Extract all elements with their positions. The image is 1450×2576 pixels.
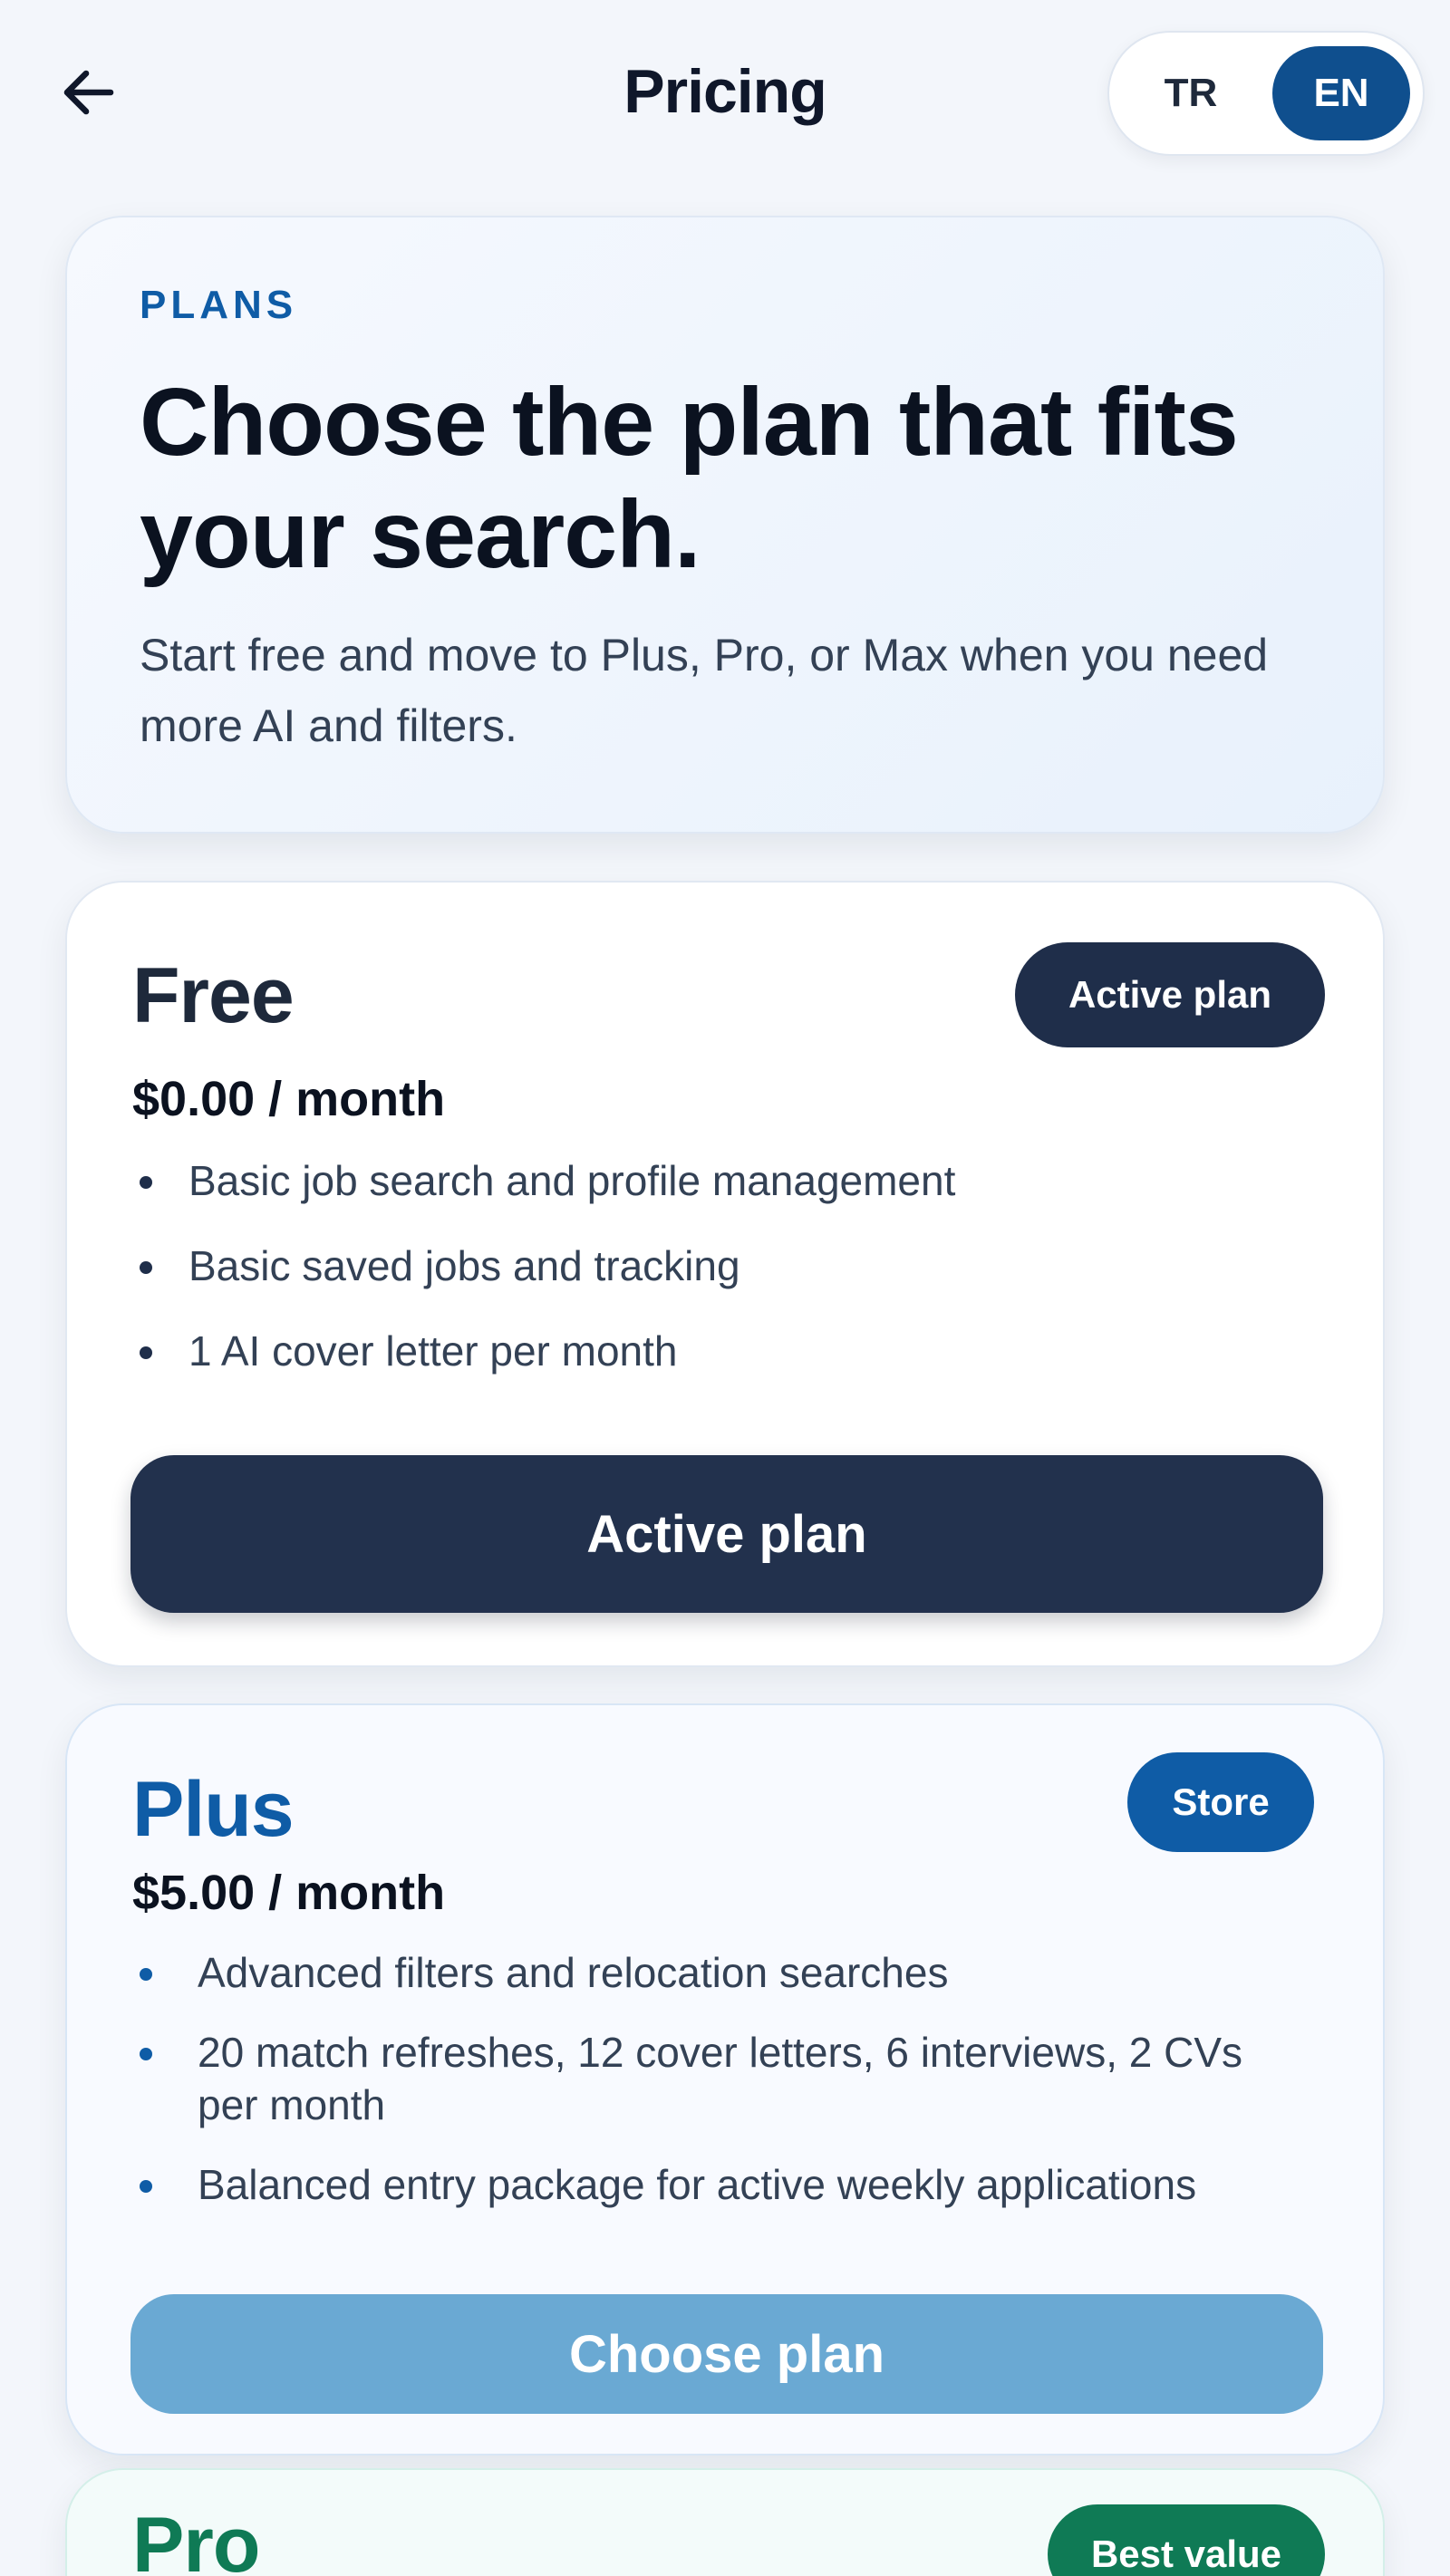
plan-name: Pro bbox=[132, 2502, 260, 2576]
top-bar: Pricing TR EN bbox=[0, 0, 1450, 195]
plans-hero-card: PLANS Choose the plan that fits your sea… bbox=[65, 216, 1385, 834]
hero-eyebrow: PLANS bbox=[140, 283, 298, 327]
plan-card-free: Free Active plan $0.00 / month Basic job… bbox=[65, 881, 1385, 1667]
store-badge: Store bbox=[1127, 1752, 1314, 1852]
active-plan-button[interactable]: Active plan bbox=[130, 1455, 1323, 1613]
choose-plan-button[interactable]: Choose plan bbox=[130, 2294, 1323, 2414]
plan-price: $0.00 / month bbox=[132, 1072, 446, 1126]
feature-item: 20 match refreshes, 12 cover letters, 6 … bbox=[132, 2026, 1301, 2131]
hero-heading: Choose the plan that fits your search. bbox=[140, 369, 1239, 588]
feature-list: Advanced filters and relocation searches… bbox=[132, 1946, 1301, 2238]
plan-card-plus: Plus Store $5.00 / month Advanced filter… bbox=[65, 1703, 1385, 2455]
feature-item: 1 AI cover letter per month bbox=[132, 1325, 1301, 1377]
feature-item: Balanced entry package for active weekly… bbox=[132, 2158, 1301, 2211]
active-plan-badge: Active plan bbox=[1015, 942, 1325, 1047]
plan-card-pro: Pro Best value bbox=[65, 2468, 1385, 2576]
feature-item: Basic job search and profile management bbox=[132, 1154, 1301, 1207]
feature-list: Basic job search and profile management … bbox=[132, 1154, 1301, 1410]
language-toggle: TR EN bbox=[1107, 31, 1425, 156]
feature-item: Advanced filters and relocation searches bbox=[132, 1946, 1301, 1999]
best-value-badge: Best value bbox=[1048, 2504, 1325, 2576]
plan-price: $5.00 / month bbox=[132, 1866, 446, 1920]
hero-subtitle: Start free and move to Plus, Pro, or Max… bbox=[140, 630, 1269, 751]
plan-name: Free bbox=[132, 952, 295, 1039]
feature-item: Basic saved jobs and tracking bbox=[132, 1240, 1301, 1292]
pricing-page: Pricing TR EN PLANS Choose the plan that… bbox=[0, 0, 1450, 2576]
language-option-tr[interactable]: TR bbox=[1127, 46, 1254, 140]
plan-name: Plus bbox=[132, 1766, 295, 1853]
language-option-en[interactable]: EN bbox=[1272, 46, 1410, 140]
